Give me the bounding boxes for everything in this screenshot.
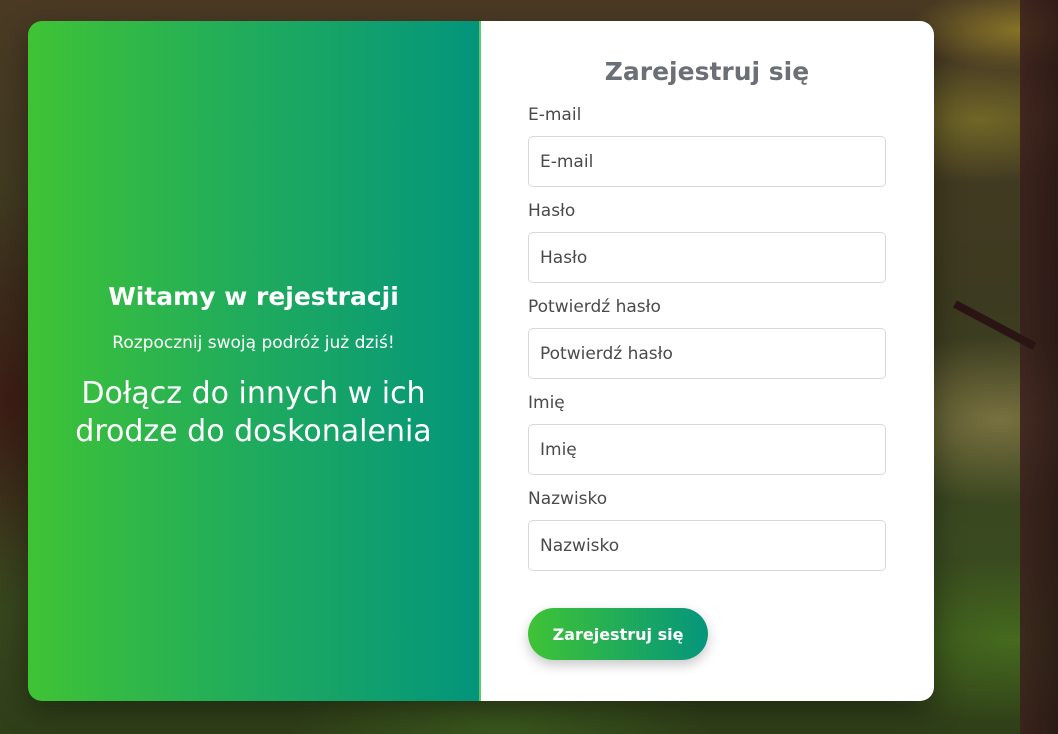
password-field[interactable]: [528, 232, 886, 283]
confirm-password-field[interactable]: [528, 328, 886, 379]
welcome-subtitle: Rozpocznij swoją podróż już dziś!: [112, 332, 395, 353]
confirm-password-label: Potwierdź hasło: [528, 297, 661, 317]
first-name-label: Imię: [528, 393, 565, 413]
password-label: Hasło: [528, 201, 576, 221]
registration-form-panel: Zarejestruj się E-mail Hasło Potwierdź h…: [481, 21, 934, 701]
welcome-heading: Witamy w rejestracji: [108, 281, 399, 311]
registration-form: E-mail Hasło Potwierdź hasło Imię Nazwis…: [528, 104, 886, 660]
form-title: Zarejestruj się: [604, 57, 810, 86]
welcome-tagline: Dołącz do innych w ich drodze do doskona…: [75, 375, 432, 449]
last-name-label: Nazwisko: [528, 489, 608, 509]
last-name-field[interactable]: [528, 520, 886, 571]
first-name-field[interactable]: [528, 424, 886, 475]
background-tree-trunk: [1020, 0, 1058, 734]
email-label: E-mail: [528, 105, 582, 125]
welcome-panel: Witamy w rejestracji Rozpocznij swoją po…: [28, 21, 481, 701]
email-field[interactable]: [528, 136, 886, 187]
register-button[interactable]: Zarejestruj się: [528, 608, 708, 660]
registration-card: Witamy w rejestracji Rozpocznij swoją po…: [28, 21, 934, 701]
